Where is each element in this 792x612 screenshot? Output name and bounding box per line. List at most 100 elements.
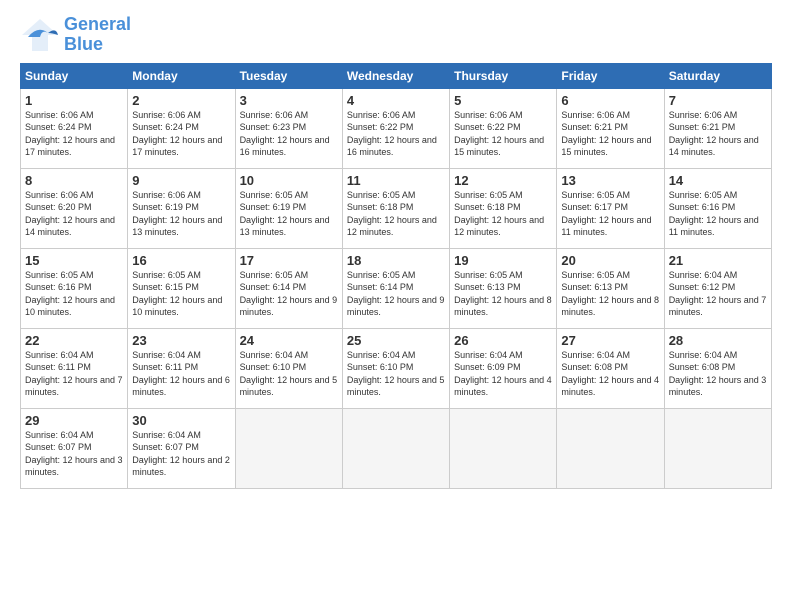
col-tuesday: Tuesday — [235, 63, 342, 88]
day-info-20: Sunrise: 6:05 AM Sunset: 6:13 PM Dayligh… — [561, 269, 659, 319]
day-cell-30: 30 Sunrise: 6:04 AM Sunset: 6:07 PM Dayl… — [128, 408, 235, 488]
logo-icon — [20, 17, 60, 53]
calendar-table: Sunday Monday Tuesday Wednesday Thursday… — [20, 63, 772, 489]
day-number-8: 8 — [25, 173, 123, 188]
day-number-27: 27 — [561, 333, 659, 348]
day-number-24: 24 — [240, 333, 338, 348]
day-cell-18: 18 Sunrise: 6:05 AM Sunset: 6:14 PM Dayl… — [342, 248, 449, 328]
day-number-17: 17 — [240, 253, 338, 268]
empty-cell — [557, 408, 664, 488]
day-number-23: 23 — [132, 333, 230, 348]
day-cell-26: 26 Sunrise: 6:04 AM Sunset: 6:09 PM Dayl… — [450, 328, 557, 408]
day-cell-7: 7 Sunrise: 6:06 AM Sunset: 6:21 PM Dayli… — [664, 88, 771, 168]
day-cell-10: 10 Sunrise: 6:05 AM Sunset: 6:19 PM Dayl… — [235, 168, 342, 248]
empty-cell — [450, 408, 557, 488]
day-cell-23: 23 Sunrise: 6:04 AM Sunset: 6:11 PM Dayl… — [128, 328, 235, 408]
day-info-15: Sunrise: 6:05 AM Sunset: 6:16 PM Dayligh… — [25, 269, 123, 319]
page: General Blue Sunday Monday Tuesday Wedne… — [0, 0, 792, 612]
day-info-27: Sunrise: 6:04 AM Sunset: 6:08 PM Dayligh… — [561, 349, 659, 399]
day-cell-11: 11 Sunrise: 6:05 AM Sunset: 6:18 PM Dayl… — [342, 168, 449, 248]
col-wednesday: Wednesday — [342, 63, 449, 88]
day-number-28: 28 — [669, 333, 767, 348]
day-info-3: Sunrise: 6:06 AM Sunset: 6:23 PM Dayligh… — [240, 109, 338, 159]
day-info-11: Sunrise: 6:05 AM Sunset: 6:18 PM Dayligh… — [347, 189, 445, 239]
day-info-19: Sunrise: 6:05 AM Sunset: 6:13 PM Dayligh… — [454, 269, 552, 319]
day-number-7: 7 — [669, 93, 767, 108]
day-number-14: 14 — [669, 173, 767, 188]
empty-cell — [342, 408, 449, 488]
day-info-25: Sunrise: 6:04 AM Sunset: 6:10 PM Dayligh… — [347, 349, 445, 399]
week-row-3: 15 Sunrise: 6:05 AM Sunset: 6:16 PM Dayl… — [21, 248, 772, 328]
day-info-5: Sunrise: 6:06 AM Sunset: 6:22 PM Dayligh… — [454, 109, 552, 159]
day-number-26: 26 — [454, 333, 552, 348]
day-info-14: Sunrise: 6:05 AM Sunset: 6:16 PM Dayligh… — [669, 189, 767, 239]
day-info-23: Sunrise: 6:04 AM Sunset: 6:11 PM Dayligh… — [132, 349, 230, 399]
empty-cell — [235, 408, 342, 488]
day-cell-20: 20 Sunrise: 6:05 AM Sunset: 6:13 PM Dayl… — [557, 248, 664, 328]
day-cell-22: 22 Sunrise: 6:04 AM Sunset: 6:11 PM Dayl… — [21, 328, 128, 408]
day-cell-8: 8 Sunrise: 6:06 AM Sunset: 6:20 PM Dayli… — [21, 168, 128, 248]
day-cell-12: 12 Sunrise: 6:05 AM Sunset: 6:18 PM Dayl… — [450, 168, 557, 248]
day-cell-28: 28 Sunrise: 6:04 AM Sunset: 6:08 PM Dayl… — [664, 328, 771, 408]
day-cell-16: 16 Sunrise: 6:05 AM Sunset: 6:15 PM Dayl… — [128, 248, 235, 328]
day-number-9: 9 — [132, 173, 230, 188]
day-number-22: 22 — [25, 333, 123, 348]
day-info-29: Sunrise: 6:04 AM Sunset: 6:07 PM Dayligh… — [25, 429, 123, 479]
day-info-6: Sunrise: 6:06 AM Sunset: 6:21 PM Dayligh… — [561, 109, 659, 159]
day-cell-17: 17 Sunrise: 6:05 AM Sunset: 6:14 PM Dayl… — [235, 248, 342, 328]
day-cell-15: 15 Sunrise: 6:05 AM Sunset: 6:16 PM Dayl… — [21, 248, 128, 328]
day-info-17: Sunrise: 6:05 AM Sunset: 6:14 PM Dayligh… — [240, 269, 338, 319]
logo-text: General — [64, 15, 131, 35]
day-cell-27: 27 Sunrise: 6:04 AM Sunset: 6:08 PM Dayl… — [557, 328, 664, 408]
day-number-15: 15 — [25, 253, 123, 268]
day-cell-13: 13 Sunrise: 6:05 AM Sunset: 6:17 PM Dayl… — [557, 168, 664, 248]
day-cell-24: 24 Sunrise: 6:04 AM Sunset: 6:10 PM Dayl… — [235, 328, 342, 408]
day-number-6: 6 — [561, 93, 659, 108]
day-number-16: 16 — [132, 253, 230, 268]
day-info-10: Sunrise: 6:05 AM Sunset: 6:19 PM Dayligh… — [240, 189, 338, 239]
day-number-2: 2 — [132, 93, 230, 108]
day-info-28: Sunrise: 6:04 AM Sunset: 6:08 PM Dayligh… — [669, 349, 767, 399]
col-saturday: Saturday — [664, 63, 771, 88]
day-number-4: 4 — [347, 93, 445, 108]
day-number-13: 13 — [561, 173, 659, 188]
week-row-5: 29 Sunrise: 6:04 AM Sunset: 6:07 PM Dayl… — [21, 408, 772, 488]
col-friday: Friday — [557, 63, 664, 88]
day-number-18: 18 — [347, 253, 445, 268]
empty-cell — [664, 408, 771, 488]
day-info-12: Sunrise: 6:05 AM Sunset: 6:18 PM Dayligh… — [454, 189, 552, 239]
day-number-30: 30 — [132, 413, 230, 428]
day-number-12: 12 — [454, 173, 552, 188]
day-number-21: 21 — [669, 253, 767, 268]
day-number-20: 20 — [561, 253, 659, 268]
logo-text2: Blue — [64, 35, 131, 55]
header: General Blue — [20, 15, 772, 55]
day-info-9: Sunrise: 6:06 AM Sunset: 6:19 PM Dayligh… — [132, 189, 230, 239]
day-number-3: 3 — [240, 93, 338, 108]
day-cell-14: 14 Sunrise: 6:05 AM Sunset: 6:16 PM Dayl… — [664, 168, 771, 248]
day-info-26: Sunrise: 6:04 AM Sunset: 6:09 PM Dayligh… — [454, 349, 552, 399]
day-info-22: Sunrise: 6:04 AM Sunset: 6:11 PM Dayligh… — [25, 349, 123, 399]
day-info-24: Sunrise: 6:04 AM Sunset: 6:10 PM Dayligh… — [240, 349, 338, 399]
day-info-16: Sunrise: 6:05 AM Sunset: 6:15 PM Dayligh… — [132, 269, 230, 319]
day-info-30: Sunrise: 6:04 AM Sunset: 6:07 PM Dayligh… — [132, 429, 230, 479]
day-info-18: Sunrise: 6:05 AM Sunset: 6:14 PM Dayligh… — [347, 269, 445, 319]
day-number-19: 19 — [454, 253, 552, 268]
day-cell-3: 3 Sunrise: 6:06 AM Sunset: 6:23 PM Dayli… — [235, 88, 342, 168]
logo: General Blue — [20, 15, 131, 55]
day-cell-4: 4 Sunrise: 6:06 AM Sunset: 6:22 PM Dayli… — [342, 88, 449, 168]
day-cell-5: 5 Sunrise: 6:06 AM Sunset: 6:22 PM Dayli… — [450, 88, 557, 168]
day-number-25: 25 — [347, 333, 445, 348]
col-sunday: Sunday — [21, 63, 128, 88]
day-number-29: 29 — [25, 413, 123, 428]
day-cell-25: 25 Sunrise: 6:04 AM Sunset: 6:10 PM Dayl… — [342, 328, 449, 408]
day-cell-9: 9 Sunrise: 6:06 AM Sunset: 6:19 PM Dayli… — [128, 168, 235, 248]
day-number-1: 1 — [25, 93, 123, 108]
day-number-11: 11 — [347, 173, 445, 188]
day-cell-1: 1 Sunrise: 6:06 AM Sunset: 6:24 PM Dayli… — [21, 88, 128, 168]
week-row-2: 8 Sunrise: 6:06 AM Sunset: 6:20 PM Dayli… — [21, 168, 772, 248]
day-info-1: Sunrise: 6:06 AM Sunset: 6:24 PM Dayligh… — [25, 109, 123, 159]
col-monday: Monday — [128, 63, 235, 88]
day-cell-29: 29 Sunrise: 6:04 AM Sunset: 6:07 PM Dayl… — [21, 408, 128, 488]
day-info-7: Sunrise: 6:06 AM Sunset: 6:21 PM Dayligh… — [669, 109, 767, 159]
